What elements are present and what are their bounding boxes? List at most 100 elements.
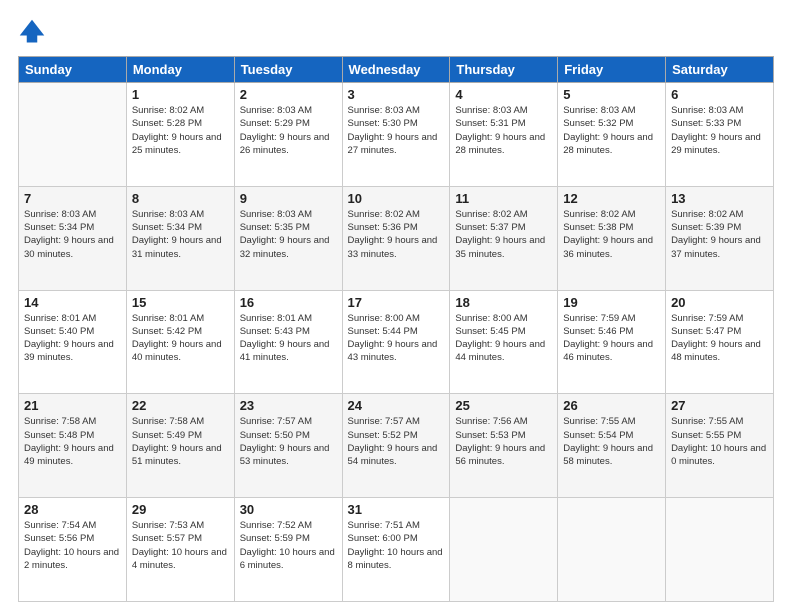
- day-number: 26: [563, 398, 660, 413]
- day-info: Sunrise: 8:02 AMSunset: 5:37 PMDaylight:…: [455, 208, 552, 261]
- calendar-cell: 23Sunrise: 7:57 AMSunset: 5:50 PMDayligh…: [234, 394, 342, 498]
- day-info: Sunrise: 8:02 AMSunset: 5:39 PMDaylight:…: [671, 208, 768, 261]
- day-info: Sunrise: 7:58 AMSunset: 5:48 PMDaylight:…: [24, 415, 121, 468]
- header-day-sunday: Sunday: [19, 57, 127, 83]
- day-number: 4: [455, 87, 552, 102]
- calendar-cell: 14 Sunrise: 8:01 AMSunset: 5:40 PMDayligh…: [19, 290, 127, 394]
- day-info: Sunrise: 7:59 AMSunset: 5:47 PMDaylight:…: [671, 312, 768, 365]
- calendar-cell: 17Sunrise: 8:00 AMSunset: 5:44 PMDayligh…: [342, 290, 450, 394]
- calendar-cell: 25Sunrise: 7:56 AMSunset: 5:53 PMDayligh…: [450, 394, 558, 498]
- header-day-tuesday: Tuesday: [234, 57, 342, 83]
- calendar-cell: 4 Sunrise: 8:03 AMSunset: 5:31 PMDaylight…: [450, 83, 558, 187]
- day-number: 6: [671, 87, 768, 102]
- calendar-week-2: 7 Sunrise: 8:03 AMSunset: 5:34 PMDaylight…: [19, 186, 774, 290]
- day-number: 16: [240, 295, 337, 310]
- day-info: Sunrise: 8:02 AMSunset: 5:28 PMDaylight:…: [132, 104, 229, 157]
- calendar-cell: 27 Sunrise: 7:55 AMSunset: 5:55 PMDayligh…: [666, 394, 774, 498]
- day-number: 15: [132, 295, 229, 310]
- day-info: Sunrise: 8:01 AMSunset: 5:42 PMDaylight:…: [132, 312, 229, 365]
- logo-icon: [18, 18, 46, 46]
- day-info: Sunrise: 7:55 AMSunset: 5:54 PMDaylight:…: [563, 415, 660, 468]
- day-number: 1: [132, 87, 229, 102]
- calendar-week-4: 21 Sunrise: 7:58 AMSunset: 5:48 PMDayligh…: [19, 394, 774, 498]
- day-info: Sunrise: 8:02 AMSunset: 5:38 PMDaylight:…: [563, 208, 660, 261]
- calendar-cell: 8 Sunrise: 8:03 AMSunset: 5:34 PMDaylight…: [126, 186, 234, 290]
- calendar-cell: 11Sunrise: 8:02 AMSunset: 5:37 PMDayligh…: [450, 186, 558, 290]
- day-number: 31: [348, 502, 445, 517]
- day-info: Sunrise: 8:03 AMSunset: 5:35 PMDaylight:…: [240, 208, 337, 261]
- day-number: 30: [240, 502, 337, 517]
- header-day-thursday: Thursday: [450, 57, 558, 83]
- day-info: Sunrise: 7:56 AMSunset: 5:53 PMDaylight:…: [455, 415, 552, 468]
- day-number: 8: [132, 191, 229, 206]
- day-number: 29: [132, 502, 229, 517]
- day-number: 12: [563, 191, 660, 206]
- calendar-cell: 19 Sunrise: 7:59 AMSunset: 5:46 PMDayligh…: [558, 290, 666, 394]
- header-day-monday: Monday: [126, 57, 234, 83]
- day-info: Sunrise: 8:00 AMSunset: 5:44 PMDaylight:…: [348, 312, 445, 365]
- calendar-cell: 5Sunrise: 8:03 AMSunset: 5:32 PMDaylight…: [558, 83, 666, 187]
- day-number: 22: [132, 398, 229, 413]
- calendar-week-5: 28 Sunrise: 7:54 AMSunset: 5:56 PMDayligh…: [19, 498, 774, 602]
- day-info: Sunrise: 7:55 AMSunset: 5:55 PMDaylight:…: [671, 415, 768, 468]
- header-row: SundayMondayTuesdayWednesdayThursdayFrid…: [19, 57, 774, 83]
- day-info: Sunrise: 8:03 AMSunset: 5:30 PMDaylight:…: [348, 104, 445, 157]
- day-info: Sunrise: 8:03 AMSunset: 5:31 PMDaylight:…: [455, 104, 552, 157]
- calendar-week-3: 14 Sunrise: 8:01 AMSunset: 5:40 PMDayligh…: [19, 290, 774, 394]
- day-info: Sunrise: 7:57 AMSunset: 5:52 PMDaylight:…: [348, 415, 445, 468]
- calendar-week-1: 1 Sunrise: 8:02 AMSunset: 5:28 PMDaylight…: [19, 83, 774, 187]
- day-info: Sunrise: 8:03 AMSunset: 5:34 PMDaylight:…: [132, 208, 229, 261]
- day-info: Sunrise: 7:53 AMSunset: 5:57 PMDaylight:…: [132, 519, 229, 572]
- header-day-wednesday: Wednesday: [342, 57, 450, 83]
- calendar-cell: 24 Sunrise: 7:57 AMSunset: 5:52 PMDayligh…: [342, 394, 450, 498]
- calendar-cell: 12 Sunrise: 8:02 AMSunset: 5:38 PMDayligh…: [558, 186, 666, 290]
- day-number: 28: [24, 502, 121, 517]
- calendar-cell: 15 Sunrise: 8:01 AMSunset: 5:42 PMDayligh…: [126, 290, 234, 394]
- calendar-cell: 21 Sunrise: 7:58 AMSunset: 5:48 PMDayligh…: [19, 394, 127, 498]
- calendar-cell: 18 Sunrise: 8:00 AMSunset: 5:45 PMDayligh…: [450, 290, 558, 394]
- day-number: 7: [24, 191, 121, 206]
- day-info: Sunrise: 8:00 AMSunset: 5:45 PMDaylight:…: [455, 312, 552, 365]
- calendar-cell: 10Sunrise: 8:02 AMSunset: 5:36 PMDayligh…: [342, 186, 450, 290]
- calendar-cell: 13 Sunrise: 8:02 AMSunset: 5:39 PMDayligh…: [666, 186, 774, 290]
- day-number: 21: [24, 398, 121, 413]
- calendar-cell: 1 Sunrise: 8:02 AMSunset: 5:28 PMDaylight…: [126, 83, 234, 187]
- day-info: Sunrise: 7:57 AMSunset: 5:50 PMDaylight:…: [240, 415, 337, 468]
- calendar-cell: [450, 498, 558, 602]
- day-number: 10: [348, 191, 445, 206]
- header-day-friday: Friday: [558, 57, 666, 83]
- calendar-cell: 28 Sunrise: 7:54 AMSunset: 5:56 PMDayligh…: [19, 498, 127, 602]
- calendar-cell: [19, 83, 127, 187]
- day-number: 18: [455, 295, 552, 310]
- calendar-cell: [666, 498, 774, 602]
- day-number: 20: [671, 295, 768, 310]
- day-info: Sunrise: 8:03 AMSunset: 5:33 PMDaylight:…: [671, 104, 768, 157]
- day-number: 13: [671, 191, 768, 206]
- day-info: Sunrise: 7:51 AMSunset: 6:00 PMDaylight:…: [348, 519, 445, 572]
- calendar-cell: 30Sunrise: 7:52 AMSunset: 5:59 PMDayligh…: [234, 498, 342, 602]
- calendar-cell: [558, 498, 666, 602]
- day-info: Sunrise: 8:03 AMSunset: 5:34 PMDaylight:…: [24, 208, 121, 261]
- calendar-cell: 29 Sunrise: 7:53 AMSunset: 5:57 PMDayligh…: [126, 498, 234, 602]
- calendar-cell: 16Sunrise: 8:01 AMSunset: 5:43 PMDayligh…: [234, 290, 342, 394]
- calendar-table: SundayMondayTuesdayWednesdayThursdayFrid…: [18, 56, 774, 602]
- logo: [18, 18, 50, 46]
- calendar-cell: 9 Sunrise: 8:03 AMSunset: 5:35 PMDaylight…: [234, 186, 342, 290]
- header-day-saturday: Saturday: [666, 57, 774, 83]
- day-number: 19: [563, 295, 660, 310]
- day-info: Sunrise: 7:54 AMSunset: 5:56 PMDaylight:…: [24, 519, 121, 572]
- day-number: 14: [24, 295, 121, 310]
- calendar-cell: 7 Sunrise: 8:03 AMSunset: 5:34 PMDaylight…: [19, 186, 127, 290]
- calendar-cell: 3 Sunrise: 8:03 AMSunset: 5:30 PMDaylight…: [342, 83, 450, 187]
- day-number: 27: [671, 398, 768, 413]
- calendar-cell: 20 Sunrise: 7:59 AMSunset: 5:47 PMDayligh…: [666, 290, 774, 394]
- day-number: 3: [348, 87, 445, 102]
- day-number: 24: [348, 398, 445, 413]
- day-number: 2: [240, 87, 337, 102]
- calendar-cell: 22Sunrise: 7:58 AMSunset: 5:49 PMDayligh…: [126, 394, 234, 498]
- day-info: Sunrise: 7:59 AMSunset: 5:46 PMDaylight:…: [563, 312, 660, 365]
- day-info: Sunrise: 8:01 AMSunset: 5:40 PMDaylight:…: [24, 312, 121, 365]
- day-number: 9: [240, 191, 337, 206]
- calendar-cell: 6 Sunrise: 8:03 AMSunset: 5:33 PMDaylight…: [666, 83, 774, 187]
- calendar-cell: 2Sunrise: 8:03 AMSunset: 5:29 PMDaylight…: [234, 83, 342, 187]
